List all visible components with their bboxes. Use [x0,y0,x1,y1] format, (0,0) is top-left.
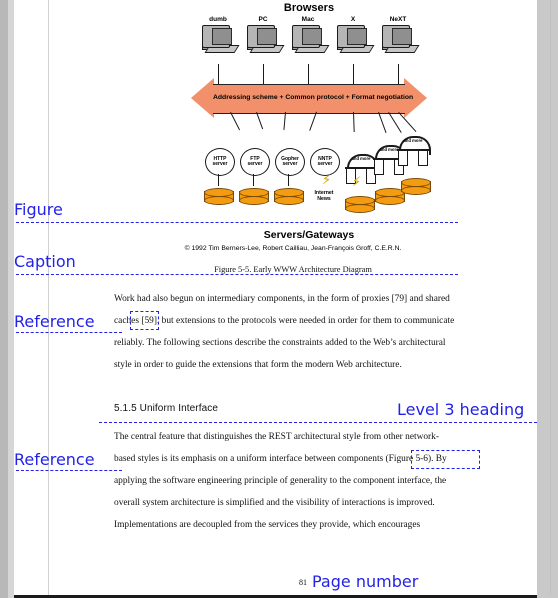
annotation-box-figure-ref-5-6 [411,450,480,469]
connector-line [283,111,286,130]
browser-node-dumb: dumb [197,16,240,55]
annotation-underline-reference-2 [16,470,122,471]
database-cylinder-icon [401,178,431,196]
lightning-bolt-icon: ⚡ [352,175,362,190]
arrow-label: Addressing scheme + Common protocol + Fo… [213,94,414,101]
database-cylinder-icon [204,188,234,206]
viewer-gutter-right [537,0,558,598]
protocol-arrow: Addressing scheme + Common protocol + Fo… [191,78,427,118]
figure-early-www-architecture: Browsers dumb PC Mac X NeXT Addressing s… [189,2,431,220]
gateway-arch-3: and more [396,136,431,166]
annotation-label-reference-2: Reference [14,450,95,469]
server-label-line2: server [282,161,298,167]
annotation-underline-reference-1 [16,332,122,333]
server-node-nntp: NNTP server [310,148,340,176]
paragraph-line: style in order to guide the extensions t… [114,360,402,370]
server-node-ftp: FTP server [240,148,270,186]
browser-label: NeXT [389,16,407,23]
server-node-gopher: Gopher server [275,148,305,186]
paragraph-uniform-interface: The central feature that distinguishes t… [114,426,500,536]
connector-line [353,64,354,85]
page-number: 81 [299,578,307,587]
connector-line [378,112,387,134]
paragraph-line: applying the software engineering princi… [114,476,447,486]
viewer-gutter-left [0,0,8,598]
computer-icon [243,25,285,55]
annotation-label-caption: Caption [14,252,76,271]
browser-node-next: NeXT [377,16,420,55]
server-label-line2: server [247,161,263,167]
annotation-label-reference-1: Reference [14,312,95,331]
annotation-underline-figure [16,222,458,223]
paragraph-text: but extensions to the protocols were nee… [161,316,455,326]
paragraph-line: reliably. The following sections describ… [114,338,446,348]
server-label-line2: server [212,161,228,167]
pdf-viewer: Browsers dumb PC Mac X NeXT Addressing s… [0,0,558,598]
paragraph-line: overall system architecture is simplifie… [114,498,435,508]
arrow-head-left-icon [191,78,214,118]
gateway-label: and more [403,138,423,143]
browser-node-mac: Mac [287,16,330,55]
document-page: Browsers dumb PC Mac X NeXT Addressing s… [14,0,551,595]
browser-label: Mac [301,16,315,23]
database-cylinder-icon [274,188,304,206]
computer-icon [198,25,240,55]
page-margin-rule-left [48,0,49,595]
database-cylinder-icon [345,196,375,214]
connector-line [353,112,355,133]
figure-servers-gateways-label: Servers/Gateways [263,229,355,241]
figure-title-browsers: Browsers [283,2,335,14]
computer-icon [288,25,330,55]
section-heading-5-1-5: 5.1.5 Uniform Interface [114,403,219,414]
lightning-bolt-icon: ⚡ [322,173,332,188]
connector-line [308,64,309,85]
browser-label: dumb [209,16,227,23]
database-cylinder-icon [239,188,269,206]
browser-row: dumb PC Mac X NeXT [197,16,422,64]
computer-icon [333,25,375,55]
internet-news-label: Internet News [307,190,341,202]
annotation-label-figure: Figure [14,200,63,219]
paragraph-line: The central feature that distinguishes t… [114,432,439,442]
connector-line [263,64,264,85]
computer-icon [378,25,420,55]
annotation-label-level-3-heading: Level 3 heading [397,400,525,419]
server-node-http: HTTP server [205,148,235,186]
annotation-underline-caption [16,274,458,275]
figure-copyright-line: © 1992 Tim Berners-Lee, Robert Cailliau,… [184,245,402,252]
paragraph-intermediary-components: Work had also begun on intermediary comp… [114,288,500,376]
browser-label: X [350,16,356,23]
annotation-label-page-number: Page number [312,572,419,591]
browser-label: PC [258,16,268,23]
page-margin-rule-right [550,0,551,595]
paragraph-line: Work had also begun on intermediary comp… [114,294,450,304]
figure-caption: Figure 5-5. Early WWW Architecture Diagr… [214,265,372,274]
connector-line [218,64,219,85]
connector-line [309,111,317,131]
paragraph-line: Implementations are decoupled from the s… [114,520,421,530]
connector-line [256,112,264,130]
annotation-box-citation-59 [130,311,159,330]
internet-news-line2: News [317,196,331,202]
paragraph-text: based styles is its emphasis on a unifor… [114,454,384,464]
paragraph-line: caches [59], but extensions to the proto… [114,310,500,332]
annotation-underline-level-3-heading [99,422,537,423]
connector-line [230,112,241,131]
connector-line [398,64,399,85]
browser-node-x: X [332,16,375,55]
browser-node-pc: PC [242,16,285,55]
server-label-line2: server [317,161,333,167]
